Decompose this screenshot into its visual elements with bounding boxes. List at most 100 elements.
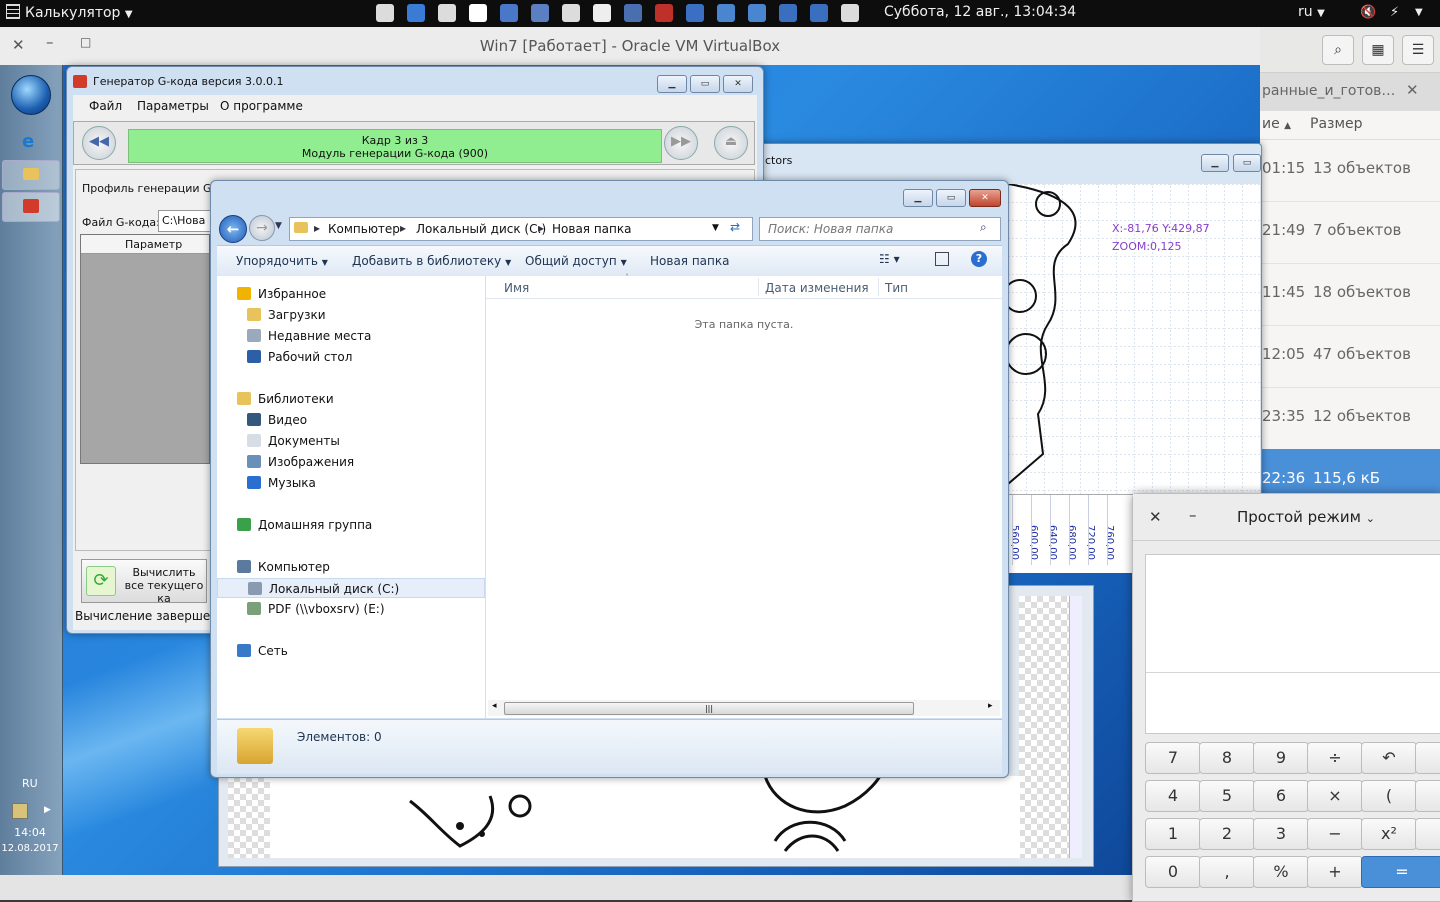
key-2[interactable]: 2 — [1199, 818, 1255, 850]
help-icon[interactable]: ? — [971, 251, 987, 267]
column-divider[interactable] — [758, 278, 759, 296]
compute-all-button[interactable]: ⟳ Вычислить все текущего ка — [81, 559, 207, 605]
add-to-library-button[interactable]: Добавить в библиотеку ▼ — [352, 254, 511, 268]
key-decimal[interactable]: , — [1199, 856, 1255, 888]
input-language[interactable]: RU — [22, 777, 38, 790]
menu-about[interactable]: О программе — [220, 99, 303, 113]
internet-explorer-icon[interactable]: e — [22, 131, 34, 152]
volume-icon[interactable]: 🔇 — [1360, 5, 1376, 20]
undo-icon[interactable]: ↶ — [1361, 742, 1417, 774]
taskbar-time[interactable]: 14:04 — [0, 826, 60, 839]
nav-favorites[interactable]: Избранное — [217, 284, 485, 304]
monitor-icon[interactable] — [810, 4, 828, 22]
monitor-icon[interactable] — [438, 4, 456, 22]
nav-homegroup[interactable]: Домашняя группа — [217, 515, 485, 535]
apps-grid-icon[interactable] — [593, 4, 611, 22]
key-4[interactable]: 4 — [1145, 780, 1201, 812]
menu-settings[interactable]: Параметры — [137, 99, 209, 113]
nav-computer[interactable]: Компьютер — [217, 557, 485, 577]
column-size-header[interactable]: Размер — [1310, 116, 1363, 132]
column-name[interactable]: Имя — [504, 281, 529, 295]
maximize-icon[interactable]: ▭ — [1233, 154, 1261, 172]
key-1[interactable]: 1 — [1145, 818, 1201, 850]
taskbar-explorer-button[interactable] — [2, 160, 60, 190]
column-divider[interactable] — [878, 278, 879, 296]
start-button-icon[interactable] — [11, 75, 51, 115]
calculator-icon[interactable] — [841, 4, 859, 22]
view-options-icon[interactable]: ☷ ▾ — [879, 252, 900, 266]
calculator-icon[interactable] — [376, 4, 394, 22]
key-partial[interactable] — [1415, 818, 1440, 850]
keyboard-layout-indicator[interactable]: ru ▼ — [1298, 4, 1325, 20]
system-menu-arrow-icon[interactable]: ▼ — [1415, 7, 1423, 18]
horizontal-scrollbar[interactable]: ◂ ||| ▸ — [488, 700, 1000, 716]
amazon-icon[interactable] — [469, 4, 487, 22]
nav-local-disk[interactable]: Локальный диск (C:) — [217, 578, 485, 598]
maximize-icon[interactable]: ▭ — [936, 189, 966, 207]
calculator-display[interactable] — [1145, 554, 1440, 734]
prev-frame-icon[interactable]: ◀◀ — [82, 126, 116, 160]
network-tray-icon[interactable] — [12, 803, 28, 819]
address-bar[interactable]: ▸ Компьютер ▸ Локальный диск (C:) ▸ Нова… — [289, 217, 753, 241]
search-icon[interactable]: ⌕ — [980, 220, 987, 235]
minimize-icon[interactable]: – — [1189, 506, 1197, 524]
hamburger-menu-icon[interactable]: ☰ — [1402, 35, 1434, 65]
breadcrumb-local-disk[interactable]: Локальный диск (C:) — [416, 222, 546, 236]
file-row[interactable]: 21:49 7 объектов — [1260, 201, 1440, 264]
text-editor-icon[interactable] — [624, 4, 642, 22]
droplet-icon[interactable] — [748, 4, 766, 22]
virtualbox-icon[interactable] — [686, 4, 704, 22]
key-subtract[interactable]: − — [1307, 818, 1363, 850]
nav-downloads[interactable]: Загрузки — [217, 305, 485, 325]
taskbar-date[interactable]: 12.08.2017 — [0, 843, 60, 854]
next-frame-icon[interactable]: ▶▶ — [664, 126, 698, 160]
clock[interactable]: Суббота, 12 авг., 13:04:34 — [884, 4, 1076, 20]
key-square[interactable]: x² — [1361, 818, 1417, 850]
forward-arrow-icon[interactable]: → — [249, 215, 275, 241]
preview-pane-icon[interactable] — [935, 252, 949, 266]
breadcrumb-new-folder[interactable]: Новая папка — [552, 222, 631, 236]
maximize-icon[interactable]: ▭ — [690, 75, 720, 93]
parameter-grid[interactable]: Параметр — [80, 234, 210, 464]
minimize-icon[interactable]: ▁ — [903, 189, 933, 207]
key-6[interactable]: 6 — [1253, 780, 1309, 812]
drawing-canvas[interactable]: X:-81,76 Y:429,87 ZOOM:0,125 — [1008, 184, 1260, 494]
file-row[interactable]: 12:05 47 объектов — [1260, 325, 1440, 388]
nav-network[interactable]: Сеть — [217, 641, 485, 661]
file-manager-tab[interactable]: ранные_и_готов… ✕ — [1260, 73, 1440, 111]
vertical-scrollbar[interactable] — [1069, 596, 1082, 858]
key-7[interactable]: 7 — [1145, 742, 1201, 774]
breadcrumb-computer[interactable]: Компьютер — [328, 222, 400, 236]
key-5[interactable]: 5 — [1199, 780, 1255, 812]
monitor-icon[interactable] — [779, 4, 797, 22]
key-9[interactable]: 9 — [1253, 742, 1309, 774]
tray-expand-icon[interactable]: ▶ — [44, 805, 51, 815]
minimize-icon[interactable]: ▁ — [1201, 154, 1229, 172]
back-arrow-icon[interactable]: ← — [219, 215, 247, 243]
organize-button[interactable]: Упорядочить ▼ — [236, 254, 328, 268]
menu-file[interactable]: Файл — [89, 99, 122, 113]
taskbar-gcode-button[interactable] — [2, 192, 60, 222]
file-row[interactable]: 23:35 12 объектов — [1260, 387, 1440, 450]
nav-videos[interactable]: Видео — [217, 410, 485, 430]
globe-icon[interactable] — [500, 4, 518, 22]
key-percent[interactable]: % — [1253, 856, 1309, 888]
recent-pages-chevron-icon[interactable]: ▼ — [275, 221, 282, 231]
search-box[interactable]: Поиск: Новая папка ⌕ — [759, 217, 1001, 241]
nav-recent-places[interactable]: Недавние места — [217, 326, 485, 346]
power-icon[interactable]: ⚡ — [1390, 5, 1399, 20]
address-dropdown-icon[interactable]: ▼ — [712, 223, 719, 233]
key-partial[interactable] — [1415, 780, 1440, 812]
scroll-left-icon[interactable]: ◂ — [492, 701, 497, 711]
app-menu[interactable]: Калькулятор ▼ — [6, 4, 133, 21]
mode-menu-button[interactable]: Простой режим ⌄ — [1237, 508, 1375, 526]
file-row[interactable]: 01:15 13 объектов — [1260, 139, 1440, 202]
key-open-paren[interactable]: ( — [1361, 780, 1417, 812]
column-date-modified[interactable]: Дата изменения — [765, 281, 869, 295]
column-type[interactable]: Тип — [885, 281, 908, 295]
search-icon[interactable]: ⌕ — [1322, 35, 1354, 65]
key-divide[interactable]: ÷ — [1307, 742, 1363, 774]
terminal-icon[interactable] — [655, 4, 673, 22]
minimize-icon[interactable]: ▁ — [657, 75, 687, 93]
key-equals[interactable]: = — [1361, 856, 1440, 888]
